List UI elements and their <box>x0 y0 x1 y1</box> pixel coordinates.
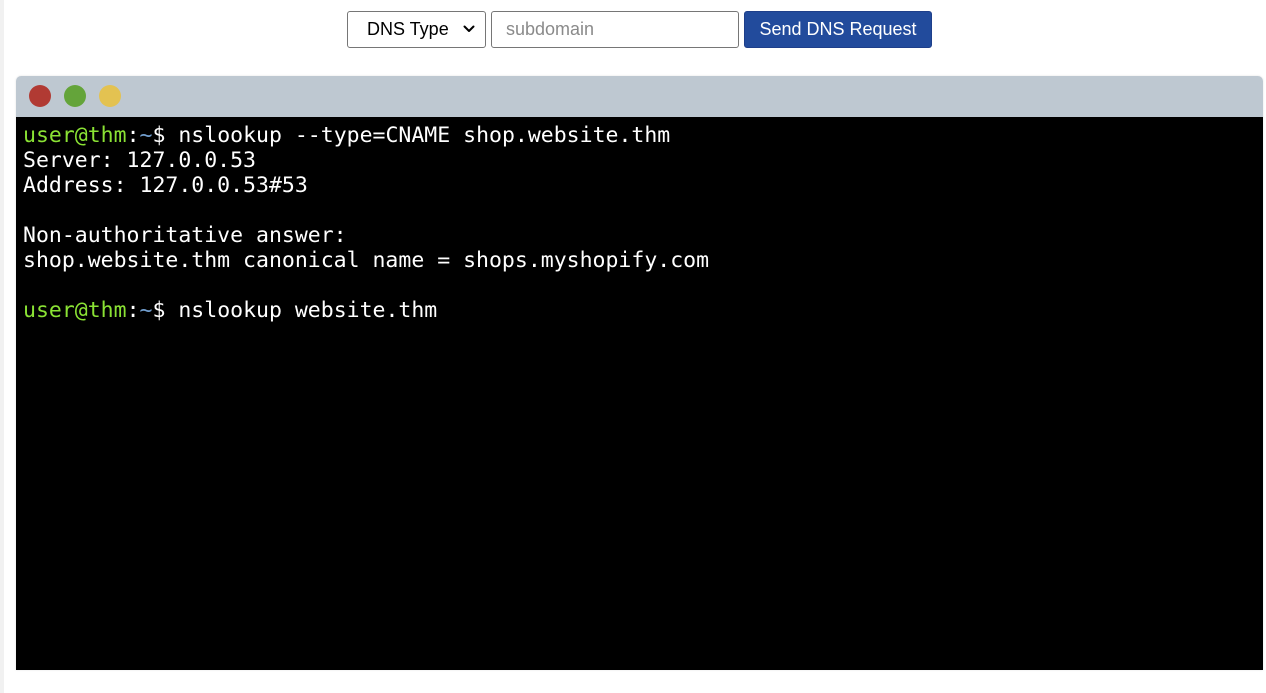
prompt-symbol: $ <box>152 123 179 148</box>
terminal-output-line: shop.website.thm canonical name = shops.… <box>23 248 710 273</box>
terminal-output-line: Non-authoritative answer: <box>23 223 347 248</box>
terminal-command-line: user@thm:~$ nslookup website.thm <box>23 298 1256 323</box>
prompt-symbol: $ <box>152 298 179 323</box>
terminal-window: user@thm:~$ nslookup --type=CNAME shop.w… <box>16 76 1263 670</box>
terminal-output-line: Address: 127.0.0.53#53 <box>23 173 308 198</box>
page-left-border <box>0 0 4 693</box>
send-dns-request-button[interactable]: Send DNS Request <box>744 11 932 48</box>
dns-request-controls: DNS Type Send DNS Request <box>347 11 932 48</box>
terminal-title-bar <box>16 76 1263 117</box>
minimize-window-button[interactable] <box>99 85 121 107</box>
dns-type-selected-value: DNS Type <box>367 19 449 39</box>
prompt-path: ~ <box>139 298 153 323</box>
terminal-output-line: Server: 127.0.0.53 <box>23 148 256 173</box>
close-window-button[interactable] <box>29 85 51 107</box>
prompt-colon: : <box>126 123 140 148</box>
prompt-user-host: user@thm <box>23 123 127 148</box>
command-text: nslookup website.thm <box>178 298 438 323</box>
prompt-colon: : <box>126 298 140 323</box>
maximize-window-button[interactable] <box>64 85 86 107</box>
dns-type-select[interactable]: DNS Type <box>347 11 486 48</box>
command-text: nslookup --type=CNAME shop.website.thm <box>178 123 671 148</box>
prompt-path: ~ <box>139 123 153 148</box>
terminal-output[interactable]: user@thm:~$ nslookup --type=CNAME shop.w… <box>16 117 1263 670</box>
chevron-down-icon <box>463 25 475 32</box>
subdomain-input[interactable] <box>491 11 739 48</box>
prompt-user-host: user@thm <box>23 298 127 323</box>
terminal-command-line: user@thm:~$ nslookup --type=CNAME shop.w… <box>23 123 1256 148</box>
